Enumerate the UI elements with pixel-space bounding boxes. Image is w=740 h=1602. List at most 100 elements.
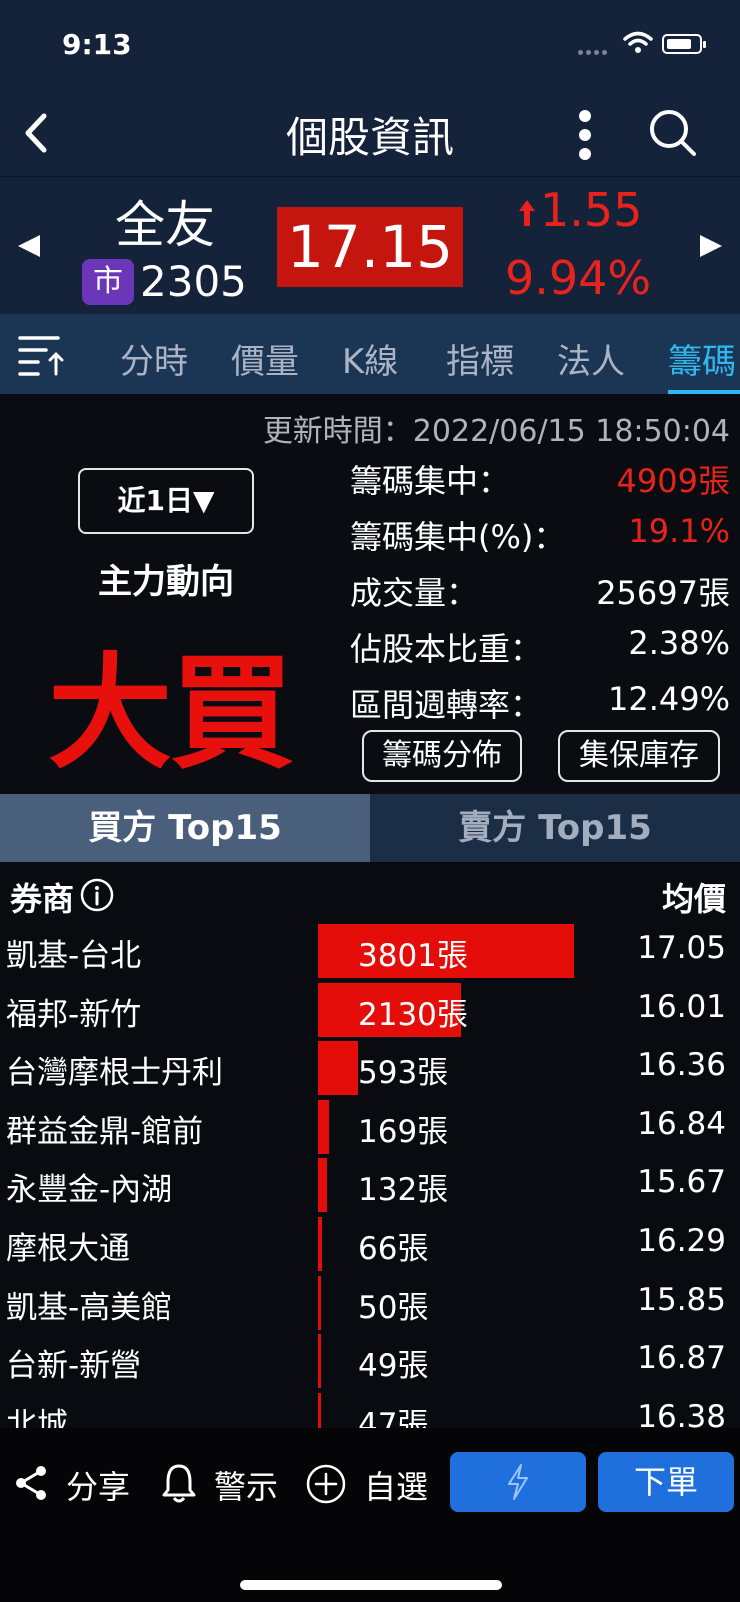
wifi-icon bbox=[623, 31, 653, 53]
avg-price-column-header: 均價 bbox=[661, 880, 726, 918]
price-box: 17.15 bbox=[277, 207, 463, 287]
price-change-percent: 9.94% bbox=[505, 251, 652, 305]
stat-value: 2.38% bbox=[628, 624, 730, 662]
average-price: 16.87 bbox=[637, 1340, 726, 1377]
table-row[interactable]: 台新-新營 49張 16.87 bbox=[0, 1332, 740, 1391]
up-arrow-icon bbox=[519, 200, 535, 226]
custody-inventory-button[interactable]: 集保庫存 bbox=[558, 730, 720, 782]
chips-panel: 更新時間：2022/06/15 18:50:04 近1日▼ 主力動向 大買 籌碼… bbox=[0, 394, 740, 794]
prev-stock-icon[interactable] bbox=[16, 233, 42, 259]
stat-label: 籌碼集中(%)： bbox=[350, 518, 566, 556]
tab-k-line[interactable]: K線 bbox=[342, 334, 398, 383]
volume-bar bbox=[318, 1334, 321, 1389]
stat-value: 19.1% bbox=[628, 512, 730, 550]
net-buy-quantity: 50張 bbox=[358, 1289, 429, 1326]
volume-bar bbox=[318, 1041, 358, 1096]
stock-price: 17.15 bbox=[286, 213, 454, 281]
broker-name: 凱基-高美館 bbox=[6, 1289, 173, 1326]
table-row[interactable]: 台灣摩根士丹利 593張 16.36 bbox=[0, 1039, 740, 1098]
market-badge: 市 bbox=[82, 259, 134, 305]
bottom-action-bar: 分享 警示 自選 下單 bbox=[0, 1428, 740, 1602]
period-dropdown[interactable]: 近1日▼ bbox=[78, 468, 254, 534]
stat-label: 區間週轉率： bbox=[350, 686, 543, 724]
order-button[interactable]: 下單 bbox=[598, 1452, 734, 1512]
stat-label: 佔股本比重： bbox=[350, 630, 543, 668]
net-buy-quantity: 66張 bbox=[358, 1231, 429, 1267]
average-price: 15.85 bbox=[637, 1281, 726, 1318]
table-row[interactable]: 北城 47張 16.38 bbox=[0, 1391, 740, 1428]
bell-icon[interactable] bbox=[160, 1462, 198, 1504]
broker-name: 群益金鼎-館前 bbox=[6, 1113, 204, 1150]
table-row[interactable]: 凱基-高美館 50張 15.85 bbox=[0, 1274, 740, 1333]
status-bar: 9:13 bbox=[0, 0, 740, 90]
stat-label: 籌碼集中： bbox=[350, 462, 511, 500]
net-buy-quantity: 132張 bbox=[358, 1172, 449, 1209]
search-icon[interactable] bbox=[648, 108, 698, 158]
function-tabs: 分時 價量 K線 指標 法人 籌碼 bbox=[0, 314, 740, 394]
table-row[interactable]: 群益金鼎-館前 169張 16.84 bbox=[0, 1098, 740, 1157]
sort-menu-icon[interactable] bbox=[18, 334, 66, 376]
price-change: 1.55 bbox=[540, 183, 643, 237]
broker-name: 福邦-新竹 bbox=[6, 996, 142, 1033]
broker-name: 凱基-台北 bbox=[6, 938, 142, 974]
table-row[interactable]: 摩根大通 66張 16.29 bbox=[0, 1215, 740, 1274]
average-price: 16.38 bbox=[637, 1398, 726, 1428]
average-price: 16.29 bbox=[637, 1223, 726, 1259]
cellular-signal-icon bbox=[578, 40, 610, 59]
stat-label: 成交量： bbox=[350, 574, 479, 612]
broker-column-header: 券商 bbox=[10, 880, 75, 918]
volume-bar bbox=[318, 1392, 321, 1428]
stat-value: 4909張 bbox=[616, 462, 730, 500]
quote-header: 全友 市 2305 17.15 1.55 9.94% bbox=[0, 176, 740, 315]
table-row[interactable]: 凱基-台北 3801張 17.05 bbox=[0, 922, 740, 981]
update-time: 更新時間：2022/06/15 18:50:04 bbox=[262, 414, 730, 449]
tab-chips[interactable]: 籌碼 bbox=[668, 334, 736, 383]
vertical-dots-icon[interactable] bbox=[570, 108, 600, 162]
broker-name: 台新-新營 bbox=[6, 1348, 142, 1385]
next-stock-icon[interactable] bbox=[698, 233, 724, 259]
main-force-label: 主力動向 bbox=[98, 562, 234, 602]
net-buy-quantity: 2130張 bbox=[358, 996, 468, 1033]
tab-price-volume[interactable]: 價量 bbox=[231, 334, 299, 383]
stat-value: 12.49% bbox=[607, 680, 730, 718]
tab-intraday[interactable]: 分時 bbox=[120, 334, 188, 383]
chip-distribution-button[interactable]: 籌碼分佈 bbox=[362, 730, 522, 782]
plus-circle-icon[interactable] bbox=[306, 1464, 346, 1504]
nav-bar: 個股資訊 bbox=[0, 90, 740, 176]
tab-sell-top15[interactable]: 賣方 Top15 bbox=[370, 794, 740, 862]
average-price: 16.36 bbox=[637, 1047, 726, 1084]
share-icon[interactable] bbox=[12, 1464, 50, 1502]
buy-sell-tabs: 買方 Top15 賣方 Top15 bbox=[0, 794, 740, 862]
average-price: 15.67 bbox=[637, 1164, 726, 1201]
volume-bar bbox=[318, 1275, 321, 1330]
tab-institutional[interactable]: 法人 bbox=[557, 334, 625, 383]
stock-name: 全友 bbox=[115, 196, 215, 254]
status-time: 9:13 bbox=[62, 28, 132, 61]
home-indicator bbox=[240, 1580, 502, 1590]
net-buy-quantity: 3801張 bbox=[358, 938, 468, 974]
alert-button[interactable]: 警示 bbox=[214, 1462, 278, 1508]
volume-bar bbox=[318, 1158, 327, 1213]
broker-name: 台灣摩根士丹利 bbox=[6, 1055, 223, 1092]
average-price: 16.01 bbox=[637, 988, 726, 1025]
tab-indicators[interactable]: 指標 bbox=[446, 334, 514, 383]
table-row[interactable]: 福邦-新竹 2130張 16.01 bbox=[0, 981, 740, 1040]
quick-order-button[interactable] bbox=[450, 1452, 586, 1512]
net-buy-quantity: 169張 bbox=[358, 1113, 449, 1150]
share-button[interactable]: 分享 bbox=[66, 1462, 130, 1508]
stat-value: 25697張 bbox=[596, 574, 730, 612]
main-force-value: 大買 bbox=[48, 642, 294, 786]
lightning-icon bbox=[508, 1464, 528, 1500]
volume-bar bbox=[318, 1099, 329, 1154]
broker-name: 摩根大通 bbox=[6, 1231, 130, 1267]
watchlist-button[interactable]: 自選 bbox=[364, 1462, 428, 1508]
broker-list[interactable]: 券商 均價 凱基-台北 3801張 17.05 福邦-新竹 2130張 16.01 台灣摩根… bbox=[0, 862, 740, 1428]
broker-name: 永豐金-內湖 bbox=[6, 1172, 173, 1209]
net-buy-quantity: 593張 bbox=[358, 1055, 449, 1092]
tab-buy-top15[interactable]: 買方 Top15 bbox=[0, 794, 370, 862]
info-icon[interactable] bbox=[80, 878, 114, 912]
battery-icon bbox=[662, 34, 706, 54]
average-price: 17.05 bbox=[637, 930, 726, 966]
table-row[interactable]: 永豐金-內湖 132張 15.67 bbox=[0, 1156, 740, 1215]
average-price: 16.84 bbox=[637, 1105, 726, 1142]
